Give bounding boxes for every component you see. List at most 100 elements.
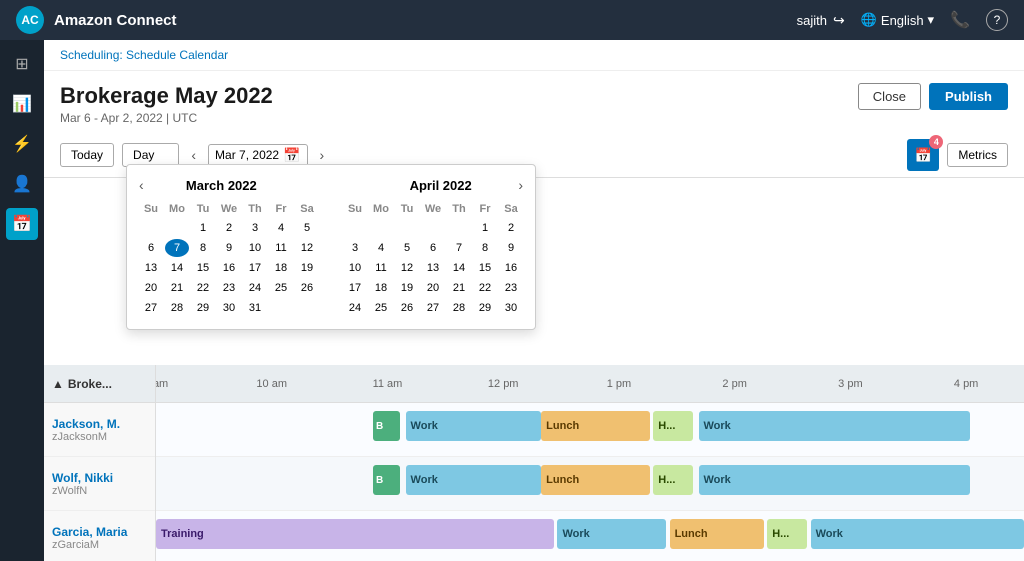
cal-day[interactable]: 4 <box>369 239 393 257</box>
schedule-calendar-button[interactable]: 📅 4 <box>907 139 939 171</box>
cal-day[interactable]: 22 <box>473 279 497 297</box>
cal-day[interactable]: 15 <box>191 259 215 277</box>
schedule-block[interactable]: H... <box>653 411 693 441</box>
cal-day[interactable]: 26 <box>395 299 419 317</box>
cal-day[interactable]: 29 <box>191 299 215 317</box>
cal-day[interactable]: 18 <box>269 259 293 277</box>
cal-day[interactable]: 11 <box>269 239 293 257</box>
cal-day[interactable]: 1 <box>473 219 497 237</box>
cal-day[interactable]: 14 <box>165 259 189 277</box>
agent-name[interactable]: Wolf, Nikki <box>52 471 147 485</box>
cal-day[interactable]: 25 <box>269 279 293 297</box>
cal-day[interactable]: 23 <box>499 279 523 297</box>
schedule-block[interactable]: Work <box>811 519 1024 549</box>
cal-day[interactable]: 17 <box>243 259 267 277</box>
schedule-block[interactable]: Lunch <box>541 465 650 495</box>
cal-day[interactable]: 16 <box>217 259 241 277</box>
metrics-button[interactable]: Metrics <box>947 143 1008 167</box>
next-date-button[interactable]: › <box>316 145 329 165</box>
cal-day[interactable]: 8 <box>473 239 497 257</box>
agent-name[interactable]: Garcia, Maria <box>52 525 147 539</box>
cal-day[interactable]: 22 <box>191 279 215 297</box>
schedule-block[interactable]: Work <box>699 411 970 441</box>
cal-day[interactable]: 8 <box>191 239 215 257</box>
cal-day[interactable]: 10 <box>343 259 367 277</box>
cal-day[interactable]: 14 <box>447 259 471 277</box>
cal-day[interactable]: 16 <box>499 259 523 277</box>
cal-day[interactable]: 24 <box>343 299 367 317</box>
schedule-block[interactable]: H... <box>767 519 807 549</box>
cal-day[interactable]: 18 <box>369 279 393 297</box>
cal-day[interactable]: 21 <box>447 279 471 297</box>
april-next-button[interactable]: › <box>518 177 523 193</box>
cal-day[interactable]: 19 <box>295 259 319 277</box>
schedule-block[interactable]: H... <box>653 465 693 495</box>
schedule-block[interactable]: Work <box>557 519 666 549</box>
user-menu[interactable]: sajith ↪ <box>797 12 845 29</box>
sidebar-item-charts[interactable]: 📊 <box>6 88 38 120</box>
cal-day[interactable]: 30 <box>217 299 241 317</box>
help-button[interactable]: ? <box>986 9 1008 31</box>
language-selector[interactable]: 🌐 English ▾ <box>861 12 934 28</box>
cal-day[interactable]: 6 <box>421 239 445 257</box>
sidebar-item-routing[interactable]: ⚡ <box>6 128 38 160</box>
cal-day[interactable]: 6 <box>139 239 163 257</box>
cal-day[interactable]: 31 <box>243 299 267 317</box>
cal-day[interactable]: 4 <box>269 219 293 237</box>
cal-day[interactable]: 25 <box>369 299 393 317</box>
cal-day[interactable]: 5 <box>295 219 319 237</box>
cal-day[interactable]: 9 <box>499 239 523 257</box>
cal-day[interactable]: 26 <box>295 279 319 297</box>
schedule-block[interactable]: Work <box>699 465 970 495</box>
sidebar-item-grid[interactable]: ⊞ <box>6 48 38 80</box>
cal-day[interactable]: 29 <box>473 299 497 317</box>
cal-day[interactable]: 20 <box>139 279 163 297</box>
schedule-block[interactable]: Training <box>156 519 554 549</box>
cal-day[interactable]: 17 <box>343 279 367 297</box>
schedule-block[interactable]: Lunch <box>541 411 650 441</box>
cal-day[interactable]: 3 <box>243 219 267 237</box>
cal-day[interactable]: 2 <box>499 219 523 237</box>
cal-day[interactable]: 13 <box>421 259 445 277</box>
cal-day[interactable]: 5 <box>395 239 419 257</box>
cal-day[interactable]: 20 <box>421 279 445 297</box>
cal-day[interactable]: 12 <box>395 259 419 277</box>
phone-icon[interactable]: 📞 <box>950 10 970 30</box>
cal-day[interactable]: 2 <box>217 219 241 237</box>
cal-day[interactable]: 9 <box>217 239 241 257</box>
cal-day[interactable]: 28 <box>165 299 189 317</box>
schedule-block[interactable]: B <box>373 465 400 495</box>
breadcrumb[interactable]: Scheduling: Schedule Calendar <box>44 40 1024 71</box>
cal-day[interactable]: 19 <box>395 279 419 297</box>
cal-day[interactable]: 30 <box>499 299 523 317</box>
today-button[interactable]: Today <box>60 143 114 167</box>
cal-day[interactable]: 27 <box>421 299 445 317</box>
cal-day[interactable]: 3 <box>343 239 367 257</box>
agent-name[interactable]: Jackson, M. <box>52 417 147 431</box>
sidebar-item-calendar[interactable]: 📅 <box>6 208 38 240</box>
cal-day[interactable]: 7 <box>447 239 471 257</box>
cal-day[interactable]: 24 <box>243 279 267 297</box>
march-prev-button[interactable]: ‹ <box>139 177 144 193</box>
cal-day[interactable]: 27 <box>139 299 163 317</box>
cal-day[interactable]: 11 <box>369 259 393 277</box>
cal-day[interactable]: 15 <box>473 259 497 277</box>
cal-day[interactable]: 1 <box>191 219 215 237</box>
logout-icon[interactable]: ↪ <box>833 12 845 29</box>
cal-day[interactable]: 10 <box>243 239 267 257</box>
schedule-block[interactable]: Lunch <box>670 519 764 549</box>
sidebar-item-users[interactable]: 👤 <box>6 168 38 200</box>
cal-day[interactable]: 13 <box>139 259 163 277</box>
cal-day[interactable]: 23 <box>217 279 241 297</box>
publish-button[interactable]: Publish <box>929 83 1008 110</box>
cal-day[interactable]: 28 <box>447 299 471 317</box>
cal-day[interactable]: 7 <box>165 239 189 257</box>
prev-date-button[interactable]: ‹ <box>187 145 200 165</box>
schedule-block[interactable]: Work <box>406 465 542 495</box>
schedule-block[interactable]: Work <box>406 411 542 441</box>
calendar-icon[interactable]: 📅 <box>283 147 300 164</box>
close-button[interactable]: Close <box>858 83 921 110</box>
schedule-block[interactable]: B <box>373 411 400 441</box>
cal-day[interactable]: 21 <box>165 279 189 297</box>
cal-day[interactable]: 12 <box>295 239 319 257</box>
